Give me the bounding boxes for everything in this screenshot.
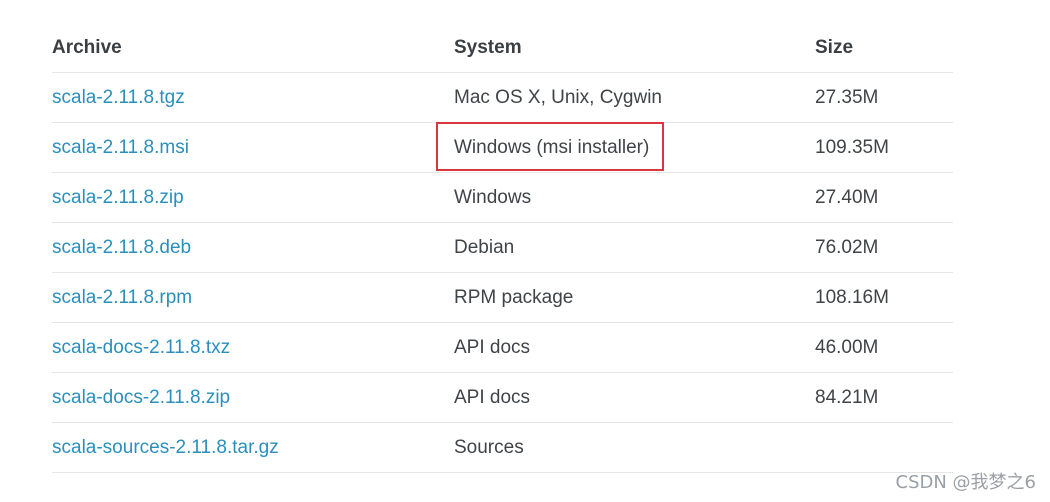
archive-download-link[interactable]: scala-2.11.8.rpm (52, 287, 192, 308)
archive-cell: scala-docs-2.11.8.zip (52, 372, 454, 423)
system-cell: Debian (454, 222, 815, 273)
archive-download-link[interactable]: scala-2.11.8.tgz (52, 87, 185, 108)
archive-download-link[interactable]: scala-2.11.8.msi (52, 137, 189, 158)
size-cell: 46.00M (815, 322, 953, 373)
system-cell: Windows (454, 172, 815, 223)
system-cell: API docs (454, 322, 815, 373)
size-cell: 84.21M (815, 372, 953, 423)
archive-cell: scala-docs-2.11.8.txz (52, 322, 454, 373)
system-cell: Sources (454, 422, 815, 473)
system-cell: RPM package (454, 272, 815, 323)
table-row: scala-2.11.8.deb Debian 76.02M (52, 222, 953, 273)
table-row: scala-2.11.8.rpm RPM package 108.16M (52, 272, 953, 323)
archive-download-link[interactable]: scala-docs-2.11.8.zip (52, 387, 230, 408)
size-cell (815, 422, 953, 473)
size-cell: 76.02M (815, 222, 953, 273)
archive-download-link[interactable]: scala-2.11.8.deb (52, 237, 191, 258)
archive-cell: scala-2.11.8.rpm (52, 272, 454, 323)
archive-download-link[interactable]: scala-sources-2.11.8.tar.gz (52, 437, 279, 458)
archive-cell: scala-2.11.8.tgz (52, 72, 454, 123)
table-row: scala-2.11.8.tgz Mac OS X, Unix, Cygwin … (52, 72, 953, 123)
table-row: scala-sources-2.11.8.tar.gz Sources (52, 422, 953, 473)
archive-download-link[interactable]: scala-docs-2.11.8.txz (52, 337, 230, 358)
size-cell: 27.35M (815, 72, 953, 123)
table-row: scala-docs-2.11.8.zip API docs 84.21M (52, 372, 953, 423)
archive-cell: scala-sources-2.11.8.tar.gz (52, 422, 454, 473)
downloads-table: Archive System Size scala-2.11.8.tgz Mac… (52, 24, 953, 473)
downloads-page: Archive System Size scala-2.11.8.tgz Mac… (0, 0, 1050, 502)
system-cell: API docs (454, 372, 815, 423)
table-row: scala-docs-2.11.8.txz API docs 46.00M (52, 322, 953, 373)
size-cell: 109.35M (815, 122, 953, 173)
table-row: scala-2.11.8.zip Windows 27.40M (52, 172, 953, 223)
size-cell: 108.16M (815, 272, 953, 323)
table-row: scala-2.11.8.msi Windows (msi installer)… (52, 122, 953, 173)
column-header-size: Size (815, 24, 953, 73)
archive-cell: scala-2.11.8.deb (52, 222, 454, 273)
system-cell: Mac OS X, Unix, Cygwin (454, 72, 815, 123)
column-header-archive: Archive (52, 24, 454, 73)
size-cell: 27.40M (815, 172, 953, 223)
column-header-system: System (454, 24, 815, 73)
watermark: CSDN @我梦之6 (895, 472, 1037, 493)
archive-download-link[interactable]: scala-2.11.8.zip (52, 187, 184, 208)
archive-cell: scala-2.11.8.msi (52, 122, 454, 173)
system-cell: Windows (msi installer) (454, 122, 815, 173)
archive-cell: scala-2.11.8.zip (52, 172, 454, 223)
table-header-row: Archive System Size (52, 24, 953, 73)
